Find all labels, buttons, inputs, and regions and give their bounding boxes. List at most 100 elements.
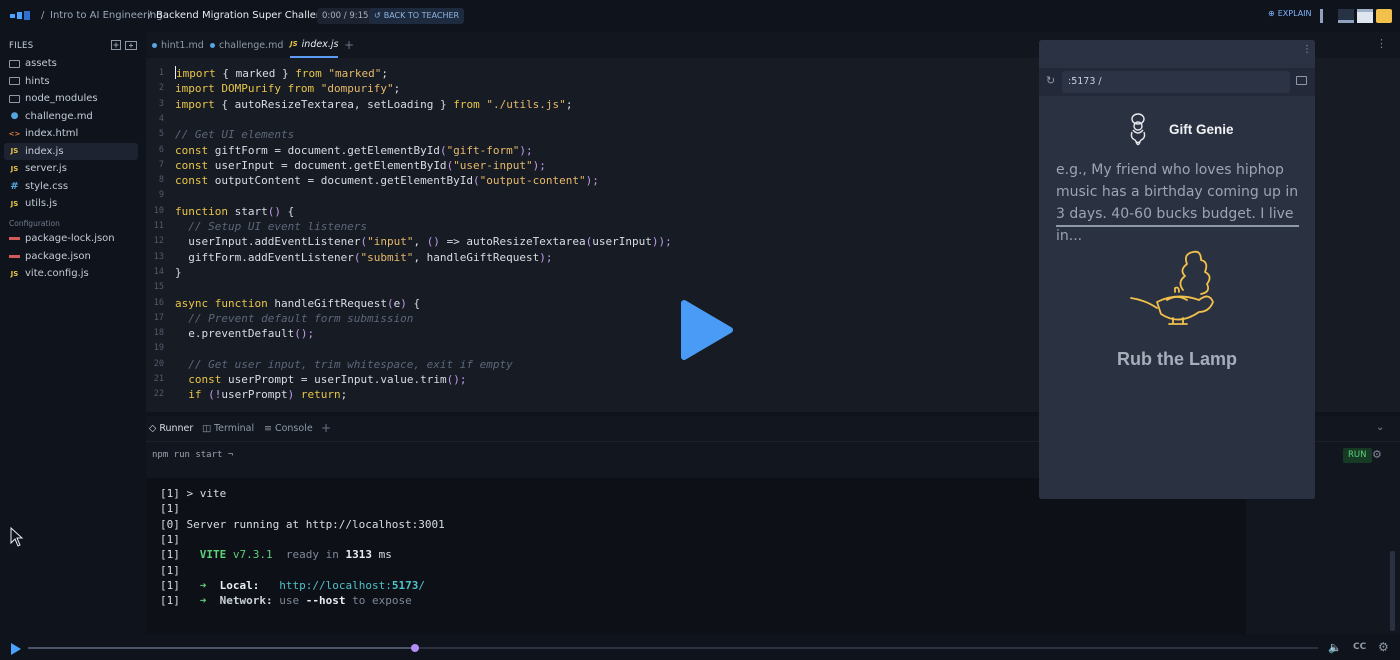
play-icon[interactable]: [11, 643, 21, 655]
playback-progress-track[interactable]: [28, 644, 1318, 652]
code-text: // Get user input, trim whitespace, exit…: [175, 357, 513, 371]
file-name: hints: [25, 75, 50, 87]
file-item[interactable]: hints: [4, 73, 138, 90]
file-item[interactable]: node_modules: [4, 90, 138, 107]
layout-sidebar-icon[interactable]: [1320, 9, 1323, 23]
reload-icon[interactable]: ↻: [1046, 74, 1055, 87]
code-line[interactable]: 4: [146, 112, 1036, 127]
code-text: if (!userPrompt) return;: [188, 388, 348, 402]
file-item[interactable]: assets: [4, 55, 138, 72]
file-name: vite.config.js: [25, 268, 89, 279]
gift-prompt-textarea[interactable]: e.g., My friend who loves hiphop music h…: [1056, 159, 1299, 247]
gear-icon[interactable]: ⚙: [1372, 448, 1382, 461]
code-line[interactable]: 22 if (!userPrompt) return;: [146, 387, 1036, 402]
breadcrumb-separator: /: [148, 10, 152, 21]
code-line[interactable]: 8 const outputContent = document.getEleme…: [146, 173, 1036, 188]
code-line[interactable]: 6 const giftForm = document.getElementByI…: [146, 143, 1036, 158]
rub-the-lamp-label[interactable]: Rub the Lamp: [1039, 349, 1315, 370]
line-number: 15: [153, 282, 164, 293]
add-tab-icon[interactable]: +: [344, 38, 354, 52]
tab-challenge-md[interactable]: challenge.md: [210, 32, 283, 58]
magic-lamp-icon[interactable]: [1127, 242, 1227, 342]
line-number: 14: [153, 266, 164, 277]
code-text: import { marked } from "marked";: [175, 66, 388, 80]
code-line[interactable]: 14}: [146, 265, 1036, 280]
run-button[interactable]: RUN: [1343, 448, 1372, 463]
line-number: 18: [153, 328, 164, 339]
line-number: 22: [153, 389, 164, 400]
new-file-icon[interactable]: [111, 40, 121, 50]
code-line[interactable]: 13 giftForm.addEventListener("submit", h…: [146, 250, 1036, 265]
code-text: userInput.addEventListener("input", () =…: [175, 235, 672, 249]
more-options-icon[interactable]: ⋮: [1302, 44, 1312, 55]
html-file-icon: <>: [8, 129, 21, 138]
code-line[interactable]: 9: [146, 188, 1036, 203]
terminal-scrollbar[interactable]: [1390, 551, 1395, 631]
console-toggle-icon[interactable]: [1296, 76, 1307, 85]
file-item[interactable]: JS vite.config.js: [4, 265, 138, 282]
textarea-underline: [1056, 225, 1299, 227]
code-line[interactable]: 12 userInput.addEventListener("input", (…: [146, 234, 1036, 249]
terminal-line: [1]: [160, 563, 180, 577]
preview-url[interactable]: :5173 /: [1062, 71, 1290, 93]
file-item[interactable]: JS index.js: [4, 142, 138, 160]
run-command-suffix: ¬: [227, 450, 234, 460]
file-item[interactable]: # style.css: [4, 178, 138, 195]
code-line[interactable]: 2 import DOMPurify from "dompurify";: [146, 81, 1036, 96]
tab-runner[interactable]: ◇ Runner: [149, 423, 193, 434]
code-line[interactable]: 5 // Get UI elements: [146, 127, 1036, 142]
chevron-down-icon[interactable]: ⌄: [1376, 422, 1384, 433]
code-line[interactable]: 18 e.preventDefault();: [146, 326, 1036, 341]
run-command-text: npm run start: [152, 450, 223, 460]
file-item[interactable]: JS utils.js: [4, 195, 138, 212]
javascript-file-icon: JS: [10, 199, 19, 208]
tab-terminal[interactable]: ◫ Terminal: [202, 423, 254, 434]
code-text: function start() {: [175, 204, 295, 218]
code-line[interactable]: 17 // Prevent default form submission: [146, 311, 1036, 326]
preview-address-bar: ↻ :5173 /: [1039, 68, 1315, 96]
explain-button[interactable]: ⊕ EXPLAIN: [1268, 9, 1312, 18]
file-item[interactable]: package.json: [4, 248, 138, 265]
configuration-section-label: Configuration: [9, 219, 60, 228]
captions-icon[interactable]: CC: [1353, 642, 1366, 652]
file-name: challenge.md: [25, 110, 93, 122]
code-line[interactable]: 1 import { marked } from "marked";: [146, 66, 1036, 81]
add-tab-icon[interactable]: +: [321, 421, 331, 435]
more-options-icon[interactable]: ⋮: [1376, 37, 1387, 50]
file-item[interactable]: <> index.html: [4, 125, 138, 142]
playback-scrubber[interactable]: [411, 644, 419, 652]
file-item[interactable]: package-lock.json: [4, 230, 138, 247]
files-heading: FILES: [9, 41, 34, 51]
code-line[interactable]: 21 const userPrompt = userInput.value.tr…: [146, 372, 1036, 387]
line-number: 11: [153, 221, 164, 231]
code-line[interactable]: 10 function start() {: [146, 204, 1036, 219]
tab-index-js[interactable]: JS index.js: [290, 32, 339, 58]
tab-console[interactable]: ≡ Console: [264, 423, 313, 434]
volume-icon[interactable]: 🔈: [1328, 641, 1342, 654]
back-to-teacher-button[interactable]: ↺ BACK TO TEACHER: [369, 8, 465, 24]
file-item[interactable]: ● challenge.md: [4, 108, 138, 125]
code-line[interactable]: 11 // Setup UI event listeners: [146, 219, 1036, 234]
line-number: 12: [153, 236, 164, 247]
scrimba-logo-icon[interactable]: [10, 11, 32, 21]
terminal-line: [1]: [160, 502, 180, 516]
play-icon[interactable]: [680, 299, 734, 361]
code-line[interactable]: 20 // Get user input, trim whitespace, e…: [146, 357, 1036, 372]
code-line[interactable]: 16 async function handleGiftRequest(e) {: [146, 296, 1036, 311]
code-line[interactable]: 3 import { autoResizeTextarea, setLoading…: [146, 97, 1036, 112]
new-folder-icon[interactable]: [125, 40, 137, 50]
line-number: 1: [158, 68, 164, 78]
layout-bottom-icon[interactable]: [1338, 9, 1354, 23]
layout-top-icon[interactable]: [1357, 9, 1373, 23]
playback-progress-fill: [28, 647, 415, 649]
lesson-timer: 0:00 / 9:15: [317, 8, 374, 24]
code-line[interactable]: 19: [146, 341, 1036, 356]
layout-preview-icon[interactable]: [1376, 9, 1392, 23]
gear-icon[interactable]: ⚙: [1378, 640, 1389, 654]
tab-hint1-md[interactable]: hint1.md: [152, 32, 204, 58]
line-number: 7: [158, 159, 164, 170]
code-line[interactable]: 7 const userInput = document.getElementBy…: [146, 158, 1036, 173]
breadcrumb-course[interactable]: Intro to AI Engineering: [50, 10, 163, 21]
code-line[interactable]: 15: [146, 280, 1036, 295]
file-item[interactable]: JS server.js: [4, 160, 138, 177]
